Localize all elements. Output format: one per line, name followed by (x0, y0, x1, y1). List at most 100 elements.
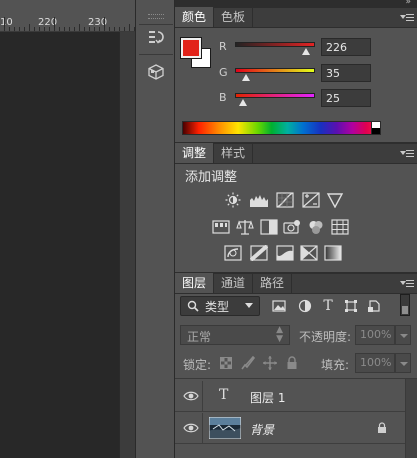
lock-image-icon[interactable] (241, 356, 255, 370)
curves-icon[interactable] (275, 192, 295, 208)
eye-icon[interactable] (183, 389, 199, 403)
layer-divider (202, 413, 203, 444)
foreground-color-swatch[interactable] (180, 37, 202, 59)
threshold-icon[interactable] (275, 245, 295, 261)
blue-slider-thumb[interactable] (238, 99, 247, 106)
green-value-field[interactable] (321, 64, 371, 82)
collapse-panels-icon[interactable]: » (405, 0, 411, 7)
ruler-tick (14, 27, 15, 31)
panel-menu-icon[interactable] (400, 280, 414, 288)
layer-name[interactable]: 背景 (250, 421, 274, 438)
layer-filter-toggle[interactable] (400, 294, 410, 316)
tab-color[interactable]: 颜色 (175, 7, 215, 27)
ruler-tick (89, 27, 90, 31)
photo-filter-icon[interactable] (282, 219, 302, 235)
blend-mode-select[interactable]: 正常 ▲ ▼ (180, 325, 290, 345)
type-filter-icon[interactable]: T (320, 298, 336, 314)
red-channel-slider[interactable] (235, 42, 315, 47)
layer-filter-kind-select[interactable]: 类型 (180, 296, 260, 316)
vibrance-icon[interactable] (325, 192, 345, 208)
color-spectrum-ramp[interactable] (182, 121, 381, 135)
add-adjustment-title: 添加调整 (185, 170, 238, 185)
search-icon (187, 300, 199, 312)
ruler-tick (9, 27, 10, 31)
smart-object-filter-icon[interactable] (366, 298, 382, 314)
history-panel-button[interactable] (140, 25, 172, 49)
posterize-icon[interactable] (249, 245, 269, 261)
fill-dropdown-button[interactable] (395, 353, 411, 373)
panel-menu-icon[interactable] (400, 14, 414, 22)
exposure-icon[interactable] (301, 192, 321, 208)
ruler-tick (24, 27, 25, 31)
channel-mixer-icon[interactable] (306, 219, 326, 235)
ruler-tick (49, 27, 50, 31)
pixel-filter-icon[interactable] (271, 298, 287, 314)
eye-icon[interactable] (183, 421, 199, 435)
red-value-field[interactable] (321, 38, 371, 56)
lock-position-icon[interactable] (263, 356, 277, 370)
vertical-scrollbar[interactable] (119, 32, 135, 458)
blue-value-field[interactable] (321, 89, 371, 107)
green-channel-row: G (219, 64, 415, 84)
layers-scrollbar[interactable] (405, 379, 417, 458)
tab-adjustments[interactable]: 调整 (175, 143, 215, 163)
tab-channels[interactable]: 通道 (214, 273, 254, 293)
layer-name[interactable]: 图层 1 (250, 389, 285, 406)
opacity-value: 100% (360, 328, 392, 341)
fill-field[interactable]: 100% (355, 353, 395, 373)
ruler-tick (94, 27, 95, 31)
layer-divider (202, 381, 203, 412)
ruler-tick (79, 24, 80, 31)
black-white-ramp[interactable] (371, 121, 381, 135)
ruler-tick (74, 27, 75, 31)
fg-bg-swatches (180, 37, 217, 72)
panel-menu-icon[interactable] (400, 150, 414, 158)
opacity-dropdown-button[interactable] (395, 325, 411, 345)
ruler-tick (114, 27, 115, 31)
tab-styles[interactable]: 样式 (214, 143, 254, 163)
ruler-tick (39, 27, 40, 31)
blue-channel-row: B (219, 89, 415, 109)
document-canvas[interactable] (0, 32, 119, 458)
levels-icon[interactable] (249, 192, 269, 208)
right-panel-stack: » 颜色 色板 R G B (175, 0, 417, 458)
color-balance-icon[interactable] (235, 219, 255, 235)
ruler-tick (119, 27, 120, 31)
ruler-number: 10 (0, 17, 13, 28)
red-slider-thumb[interactable] (301, 48, 310, 55)
ruler-tick (69, 27, 70, 31)
tab-paths[interactable]: 路径 (253, 273, 293, 293)
dock-grip[interactable] (148, 14, 164, 19)
3d-panel-button[interactable] (140, 60, 172, 84)
lock-transparent-icon[interactable] (219, 356, 233, 370)
chevron-down-icon (245, 303, 253, 308)
green-slider-thumb[interactable] (241, 74, 250, 81)
color-lookup-icon[interactable] (330, 219, 350, 235)
filter-kind-label: 类型 (205, 300, 230, 314)
opacity-field[interactable]: 100% (355, 325, 395, 345)
green-channel-slider[interactable] (235, 68, 315, 73)
adjustments-panel-tabs: 调整 样式 (175, 143, 417, 164)
tab-layers[interactable]: 图层 (175, 273, 215, 293)
ruler-tick (124, 27, 125, 31)
hue-saturation-icon[interactable] (211, 219, 231, 235)
gradient-map-icon[interactable] (323, 245, 343, 261)
layer-thumbnail (209, 417, 241, 439)
layer-row[interactable]: T 图层 1 (175, 381, 405, 412)
red-channel-label: R (219, 40, 227, 53)
shape-filter-icon[interactable] (343, 298, 359, 314)
layer-row[interactable]: 背景 (175, 413, 405, 444)
invert-icon[interactable] (223, 245, 243, 261)
fill-value: 100% (360, 356, 392, 369)
ruler-tick (99, 27, 100, 31)
lock-all-icon[interactable] (285, 356, 299, 370)
adjustment-filter-icon[interactable] (297, 298, 313, 314)
horizontal-ruler: 10 220 230 (0, 0, 135, 32)
ruler-tick (34, 27, 35, 31)
brightness-contrast-icon[interactable] (223, 192, 243, 208)
selective-color-icon[interactable] (299, 245, 319, 261)
black-white-icon[interactable] (259, 219, 279, 235)
tab-swatches[interactable]: 色板 (214, 7, 254, 27)
blue-channel-slider[interactable] (235, 93, 315, 98)
ruler-tick (19, 27, 20, 31)
